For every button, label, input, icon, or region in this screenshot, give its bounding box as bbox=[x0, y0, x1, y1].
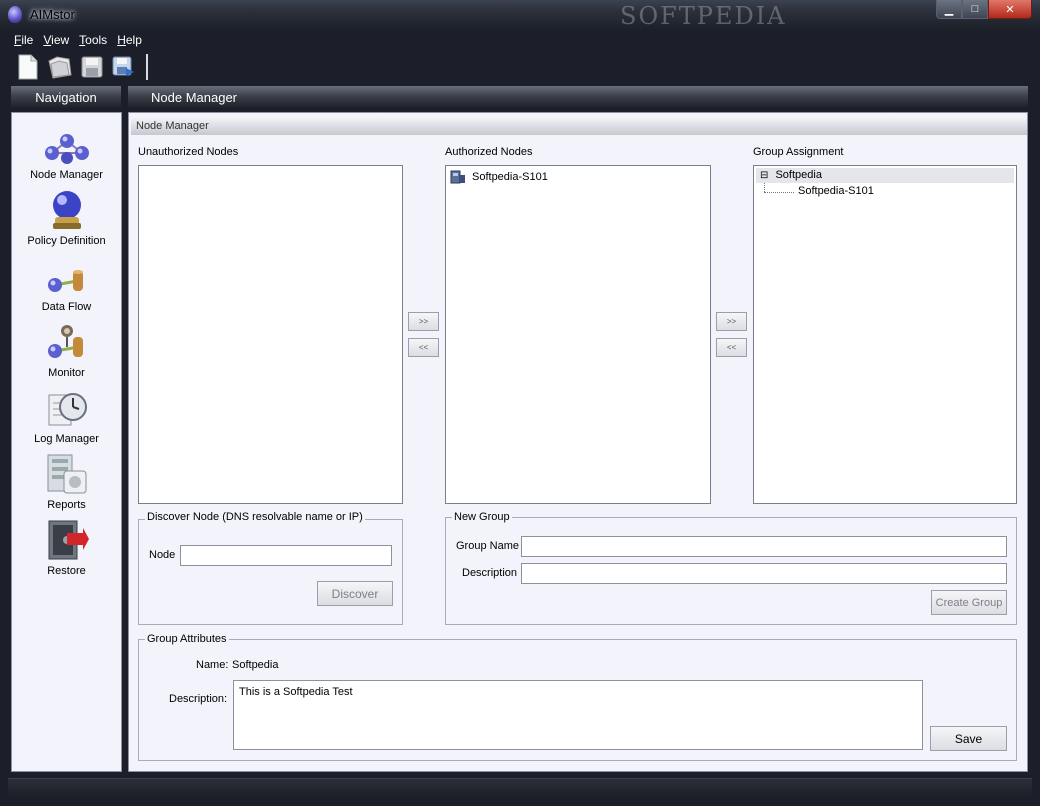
create-group-button[interactable]: Create Group bbox=[931, 590, 1007, 615]
minimize-icon: ▁ bbox=[944, 3, 954, 16]
title-bar: AIMstor SOFTPEDIA ▁ □ ✕ bbox=[0, 0, 1040, 30]
description-label: Description bbox=[462, 567, 518, 579]
group-assignment-label: Group Assignment bbox=[753, 146, 844, 158]
open-button[interactable] bbox=[46, 53, 74, 81]
data-flow-icon bbox=[47, 270, 83, 292]
attr-description-value: This is a Softpedia Test bbox=[239, 686, 353, 698]
nav-item-label: Data Flow bbox=[41, 301, 92, 313]
authorize-node-button[interactable]: >> bbox=[408, 312, 439, 331]
discover-node-group bbox=[138, 519, 403, 625]
save-as-icon bbox=[112, 56, 134, 76]
tree-connector bbox=[764, 183, 765, 192]
unauthorized-nodes-list[interactable] bbox=[138, 165, 403, 504]
node-manager-panel: Node Manager Unauthorized Nodes Authoriz… bbox=[128, 112, 1028, 772]
log-manager-icon bbox=[48, 393, 87, 426]
group-name-input[interactable] bbox=[521, 536, 1007, 557]
new-button[interactable] bbox=[14, 53, 42, 81]
nav-item-label: Restore bbox=[47, 565, 86, 577]
tree-child-name: Softpedia-S101 bbox=[798, 185, 874, 197]
group-assignment-tree[interactable]: ⊟ Softpedia Softpedia-S101 bbox=[753, 165, 1017, 504]
save-icon bbox=[81, 56, 103, 78]
group-attributes-title: Group Attributes bbox=[145, 633, 229, 645]
new-document-icon bbox=[18, 54, 38, 80]
attr-description-textarea[interactable]: This is a Softpedia Test bbox=[233, 680, 923, 750]
nav-item-restore[interactable]: Restore bbox=[12, 517, 121, 583]
group-description-input[interactable] bbox=[521, 563, 1007, 584]
open-folder-icon bbox=[48, 56, 72, 79]
nav-item-policy-definition[interactable]: Policy Definition bbox=[12, 187, 121, 253]
reports-icon bbox=[47, 454, 86, 494]
save-as-button[interactable] bbox=[110, 53, 138, 81]
nav-item-label: Node Manager bbox=[30, 169, 103, 181]
authorized-nodes-label: Authorized Nodes bbox=[445, 146, 533, 158]
new-group-title: New Group bbox=[452, 511, 512, 523]
navigation-header: Navigation bbox=[11, 86, 121, 108]
computer-node-icon bbox=[450, 170, 465, 184]
collapse-icon[interactable]: ⊟ bbox=[760, 170, 768, 181]
nav-item-node-manager[interactable]: Node Manager bbox=[12, 121, 121, 187]
window-controls: ▁ □ ✕ bbox=[936, 0, 1032, 19]
node-label: Node bbox=[149, 549, 176, 561]
unassign-group-button[interactable]: << bbox=[716, 338, 747, 357]
menu-view[interactable]: View bbox=[43, 33, 69, 47]
app-icon bbox=[8, 6, 22, 23]
menu-tools[interactable]: Tools bbox=[79, 33, 107, 47]
save-button[interactable] bbox=[78, 53, 106, 81]
nav-item-label: Log Manager bbox=[34, 433, 99, 445]
maximize-icon: □ bbox=[971, 3, 979, 15]
discover-button[interactable]: Discover bbox=[317, 581, 393, 606]
maximize-button[interactable]: □ bbox=[962, 0, 988, 19]
main-header: Node Manager bbox=[128, 86, 1028, 108]
close-button[interactable]: ✕ bbox=[988, 0, 1032, 19]
nav-item-monitor[interactable]: Monitor bbox=[12, 319, 121, 385]
group-name-label: Group Name bbox=[456, 540, 519, 552]
nav-item-label: Policy Definition bbox=[27, 235, 106, 247]
attr-name-label: Name: bbox=[196, 659, 229, 671]
unauthorize-node-button[interactable]: << bbox=[408, 338, 439, 357]
nav-item-data-flow[interactable]: Data Flow bbox=[12, 253, 121, 319]
nav-item-label: Reports bbox=[47, 499, 86, 511]
authorized-node-name: Softpedia-S101 bbox=[472, 171, 548, 183]
assign-group-button[interactable]: >> bbox=[716, 312, 747, 331]
navigation-panel: Node Manager Policy Definition Data Flow bbox=[11, 112, 122, 772]
discover-node-title: Discover Node (DNS resolvable name or IP… bbox=[145, 511, 365, 523]
minimize-button[interactable]: ▁ bbox=[936, 0, 962, 19]
watermark-text: SOFTPEDIA bbox=[620, 2, 787, 30]
tree-node-child[interactable]: Softpedia-S101 bbox=[798, 184, 874, 199]
save-attributes-button[interactable]: Save bbox=[930, 726, 1007, 751]
panel-subheader: Node Manager bbox=[131, 117, 1027, 135]
nav-item-label: Monitor bbox=[48, 367, 85, 379]
authorized-nodes-list[interactable]: Softpedia-S101 bbox=[445, 165, 711, 504]
monitor-icon bbox=[47, 325, 83, 358]
menu-file[interactable]: File bbox=[14, 33, 33, 47]
tree-node-group[interactable]: ⊟ Softpedia bbox=[756, 168, 1014, 183]
close-icon: ✕ bbox=[1005, 3, 1015, 16]
menu-help[interactable]: Help bbox=[117, 33, 142, 47]
window-title: AIMstor bbox=[30, 7, 75, 22]
toolbar-separator bbox=[146, 54, 148, 80]
nav-item-log-manager[interactable]: Log Manager bbox=[12, 385, 121, 451]
restore-icon bbox=[48, 520, 89, 560]
attr-description-label: Description: bbox=[169, 693, 228, 705]
tree-connector bbox=[764, 192, 794, 193]
tree-group-name: Softpedia bbox=[775, 169, 822, 181]
unauthorized-nodes-label: Unauthorized Nodes bbox=[138, 146, 239, 158]
node-manager-icon bbox=[44, 134, 89, 164]
policy-definition-icon bbox=[52, 191, 81, 229]
toolbar bbox=[8, 50, 1032, 84]
list-item[interactable]: Softpedia-S101 bbox=[450, 169, 548, 185]
status-bar bbox=[8, 778, 1032, 798]
node-input[interactable] bbox=[180, 545, 392, 566]
nav-item-reports[interactable]: Reports bbox=[12, 451, 121, 517]
attr-name-value: Softpedia bbox=[232, 659, 279, 671]
menu-bar: File View Tools Help bbox=[8, 30, 1032, 50]
